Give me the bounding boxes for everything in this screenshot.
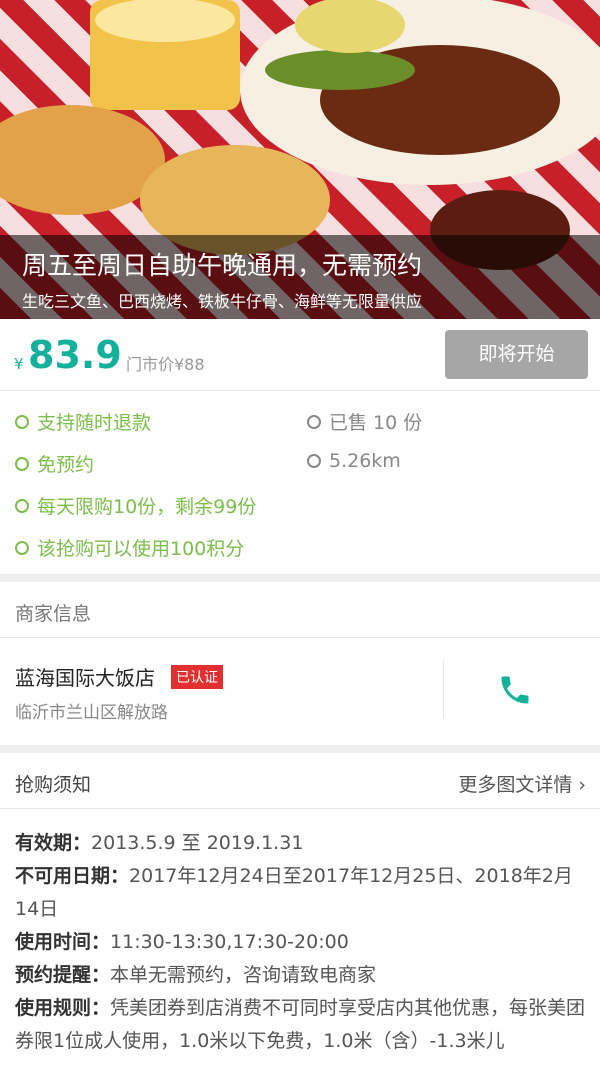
- price-row: ¥ 83.9 门市价¥88 即将开始: [0, 319, 600, 391]
- rule-reservation: 预约提醒：本单无需预约，咨询请致电商家: [15, 964, 377, 986]
- merchant-section-header: 商家信息: [0, 582, 600, 638]
- feature-label: 每天限购10份，剩余99份: [37, 496, 257, 518]
- chevron-right-icon: ›: [578, 774, 586, 796]
- feature-no-reservation: 免预约: [15, 450, 94, 477]
- deal-title: 周五至周日自助午晚通用，无需预约: [22, 251, 423, 280]
- feature-label: 免预约: [37, 454, 95, 476]
- merchant-name: 蓝海国际大饭店: [15, 666, 155, 690]
- section-divider: [0, 574, 600, 582]
- feature-points: 该抢购可以使用100积分: [15, 534, 244, 561]
- feature-label: 该抢购可以使用100积分: [37, 538, 245, 560]
- feature-refund: 支持随时退款: [15, 408, 151, 435]
- rule-usage: 使用规则：凭美团券到店消费不可同时享受店内其他优惠，每张美团券限1位成人使用，1…: [15, 997, 586, 1052]
- feature-list: 支持随时退款 已售 10 份 免预约 5.26km 每天限购10份，剩余99份 …: [0, 391, 600, 574]
- phone-icon[interactable]: [497, 672, 533, 708]
- circle-icon: [15, 456, 29, 471]
- verified-badge: 已认证: [171, 665, 223, 689]
- feature-label: 5.26km: [329, 450, 401, 472]
- rule-unavailable-dates: 不可用日期：2017年12月24日至2017年12月25日、2018年2月14日: [15, 865, 573, 920]
- deal-subtitle: 生吃三文鱼、巴西烧烤、铁板牛仔骨、海鲜等无限量供应: [22, 292, 423, 311]
- merchant-address: 临沂市兰山区解放路: [15, 703, 168, 723]
- feature-purchase-limit: 每天限购10份，剩余99份: [15, 492, 256, 519]
- circle-icon: [15, 414, 29, 429]
- rule-usage-time: 使用时间：11:30-13:30,17:30-20:00: [15, 931, 349, 953]
- feature-sold: 已售 10 份: [307, 408, 422, 435]
- feature-label: 支持随时退款: [37, 412, 152, 434]
- hero-banner: 周五至周日自助午晚通用，无需预约 生吃三文鱼、巴西烧烤、铁板牛仔骨、海鲜等无限量…: [0, 0, 600, 319]
- deal-price: 83.9: [28, 333, 122, 377]
- currency-symbol: ¥: [14, 355, 24, 373]
- coming-soon-button[interactable]: 即将开始: [445, 330, 588, 379]
- merchant-section-title: 商家信息: [15, 603, 92, 625]
- circle-icon: [307, 454, 321, 468]
- section-divider: [0, 745, 600, 753]
- notice-section-title: 抢购须知: [15, 774, 92, 796]
- circle-icon: [307, 414, 321, 429]
- circle-icon: [15, 540, 29, 555]
- feature-label: 已售 10 份: [329, 412, 423, 434]
- notice-rules: 有效期：2013.5.9 至 2019.1.31 不可用日期：2017年12月2…: [0, 809, 600, 1058]
- circle-icon: [15, 498, 29, 513]
- merchant-card[interactable]: 蓝海国际大饭店 已认证 临沂市兰山区解放路: [0, 638, 600, 745]
- original-price: 门市价¥88: [126, 355, 205, 374]
- more-details-link[interactable]: 更多图文详情 ›: [458, 770, 586, 797]
- vertical-divider: [443, 660, 444, 718]
- rule-validity: 有效期：2013.5.9 至 2019.1.31: [15, 832, 304, 854]
- notice-section-header: 抢购须知 更多图文详情 ›: [0, 753, 600, 809]
- feature-distance: 5.26km: [307, 450, 401, 472]
